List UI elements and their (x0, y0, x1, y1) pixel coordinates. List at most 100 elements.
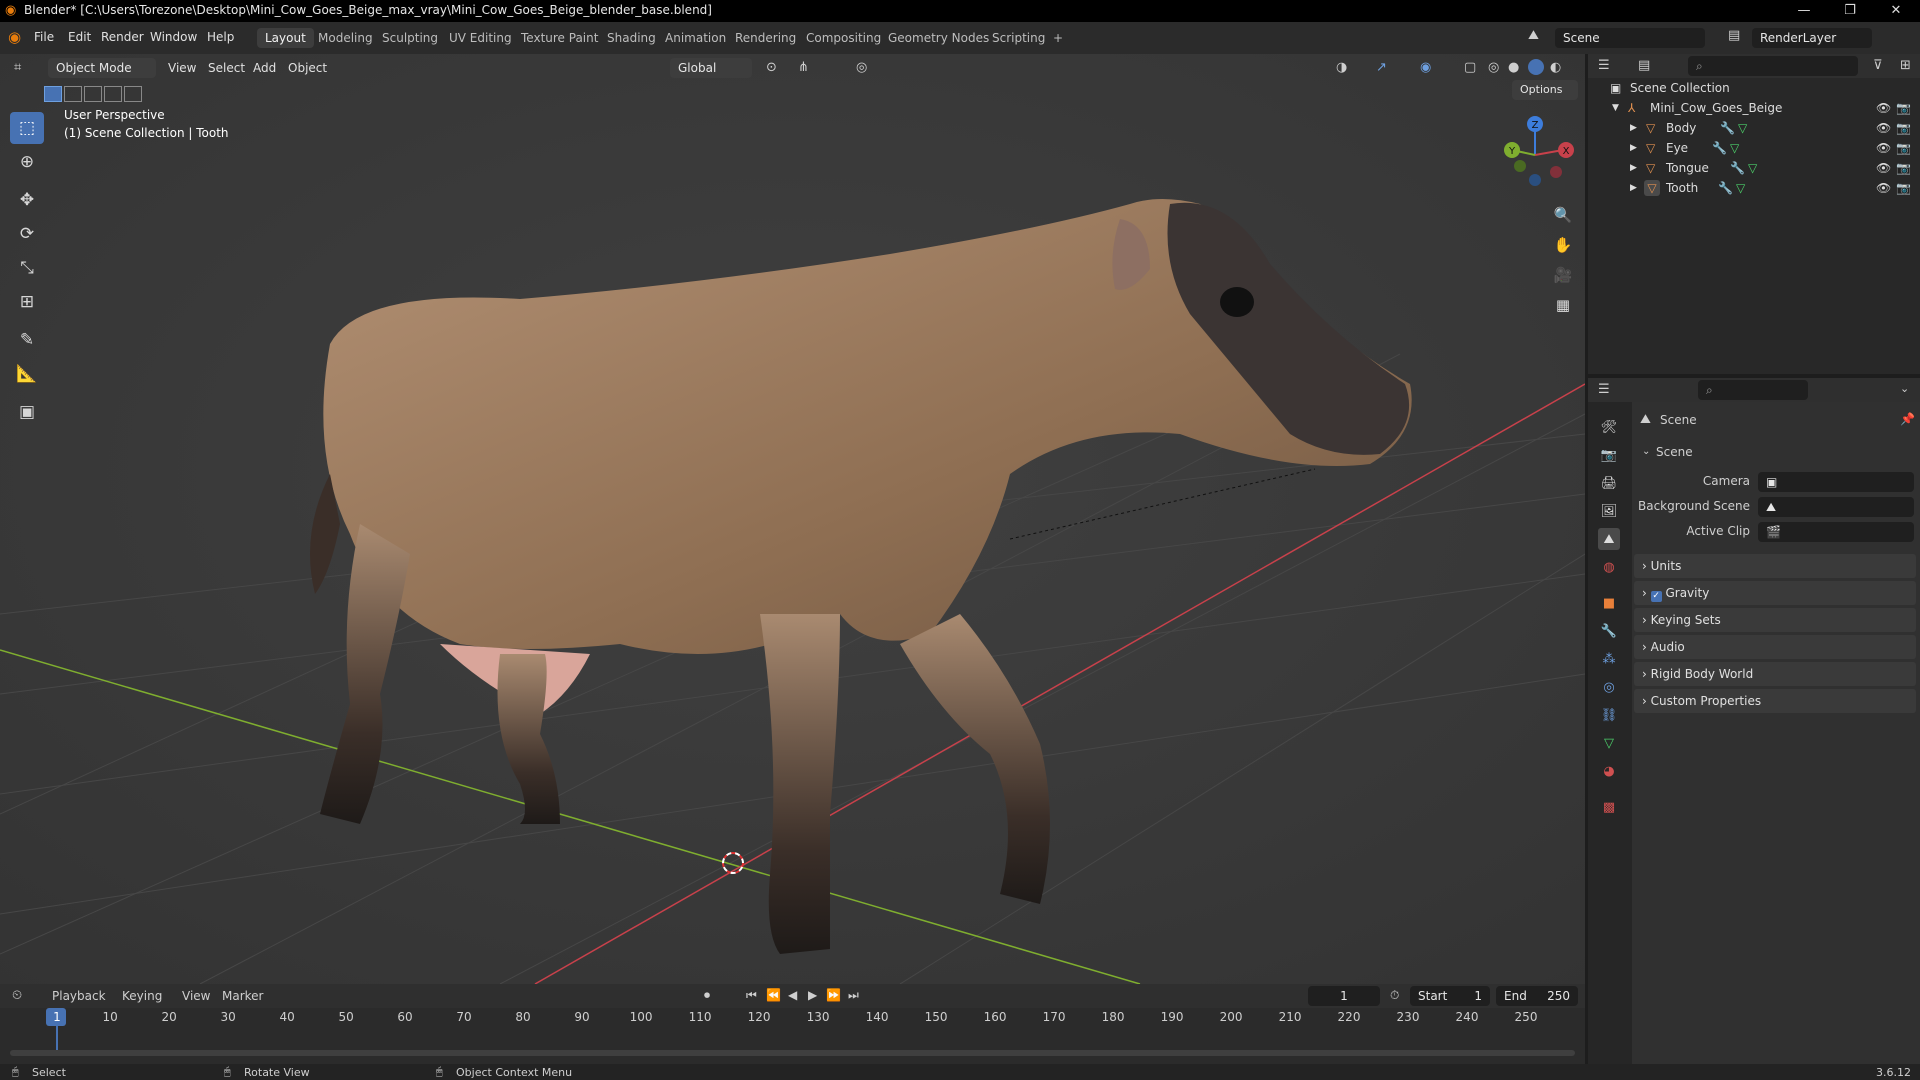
annotate-tool[interactable]: ✎ (10, 324, 44, 356)
orientation-selector[interactable]: Global (670, 58, 752, 78)
particles-tab-icon[interactable]: ⁂ (1598, 648, 1620, 670)
units-panel[interactable]: › Units (1634, 554, 1916, 578)
object-row-body[interactable]: ▶ ▽ Body 🔧 ▽ 👁 📷 (1588, 118, 1920, 138)
camera-view-icon[interactable]: 🎥 (1550, 262, 1576, 288)
select-subtract-icon[interactable] (84, 86, 102, 102)
close-button[interactable]: ✕ (1874, 0, 1918, 22)
cursor-tool[interactable]: ⊕ (10, 146, 44, 178)
ortho-grid-icon[interactable]: ▦ (1550, 292, 1576, 318)
filter-icon[interactable]: ⊽ (1873, 58, 1883, 73)
object-row-tongue[interactable]: ▶ ▽ Tongue 🔧 ▽ 👁 📷 (1588, 158, 1920, 178)
select-box-tool[interactable]: ⬚ (10, 112, 44, 144)
3d-viewport[interactable]: ⌗ Object Mode View Select Add Object Glo… (0, 54, 1585, 984)
add-workspace-button[interactable]: + (1045, 28, 1071, 48)
constraints-tab-icon[interactable]: ⛓ (1598, 704, 1620, 726)
custom-properties-panel[interactable]: › Custom Properties (1634, 689, 1916, 713)
gizmo-toggle-icon[interactable]: ↗ (1376, 60, 1387, 75)
vp-menu-select[interactable]: Select (208, 61, 245, 75)
visibility-icon[interactable]: ◑ (1336, 60, 1347, 75)
options-dropdown[interactable]: Options (1512, 80, 1578, 100)
scene-tab-icon[interactable]: ⛰ (1598, 528, 1620, 550)
camera-toggle-icon[interactable]: 📷 (1896, 158, 1911, 178)
eye-icon[interactable]: 👁 (1876, 178, 1891, 198)
camera-toggle-icon[interactable]: 📷 (1896, 138, 1911, 158)
menu-render[interactable]: Render (101, 30, 144, 44)
properties-search-input[interactable]: ⌕ (1698, 380, 1808, 400)
physics-tab-icon[interactable]: ◎ (1598, 676, 1620, 698)
pan-hand-icon[interactable]: ✋ (1550, 232, 1576, 258)
scene-selector[interactable]: Scene (1555, 28, 1705, 48)
display-mode-icon[interactable]: ▤ (1638, 58, 1650, 73)
object-row-tooth[interactable]: ▶ ▽ Tooth 🔧 ▽ 👁 📷 (1588, 178, 1920, 198)
xray-icon[interactable]: ▢ (1464, 60, 1476, 75)
gravity-panel[interactable]: › ✓ Gravity (1634, 581, 1916, 605)
active-clip-field[interactable]: 🎬 (1758, 522, 1914, 542)
move-tool[interactable]: ✥ (10, 184, 44, 216)
output-tab-icon[interactable]: 🖨 (1598, 472, 1620, 494)
new-collection-icon[interactable]: ⊞ (1900, 58, 1911, 73)
tab-sculpting[interactable]: Sculpting (374, 28, 446, 48)
tab-texture-paint[interactable]: Texture Paint (513, 28, 606, 48)
scale-tool[interactable]: ⤡ (10, 252, 44, 284)
texture-tab-icon[interactable]: ▩ (1598, 796, 1620, 818)
menu-help[interactable]: Help (207, 30, 234, 44)
rigid-body-world-panel[interactable]: › Rigid Body World (1634, 662, 1916, 686)
eye-icon[interactable]: 👁 (1876, 98, 1891, 118)
tab-animation[interactable]: Animation (657, 28, 734, 48)
render-tab-icon[interactable]: 📷 (1598, 444, 1620, 466)
timeline-scrollbar[interactable] (10, 1050, 1575, 1056)
editor-type-icon[interactable]: ⌗ (14, 60, 21, 75)
transform-tool[interactable]: ⊞ (10, 286, 44, 318)
vp-menu-object[interactable]: Object (288, 61, 327, 75)
snap-icon[interactable]: ⋔ (798, 60, 809, 75)
select-invert-icon[interactable] (104, 86, 122, 102)
world-tab-icon[interactable]: ◍ (1598, 556, 1620, 578)
vp-menu-view[interactable]: View (168, 61, 196, 75)
camera-toggle-icon[interactable]: 📷 (1896, 98, 1911, 118)
material-tab-icon[interactable]: ◕ (1598, 760, 1620, 782)
camera-field[interactable]: ▣ (1758, 472, 1914, 492)
gravity-checkbox[interactable]: ✓ (1650, 591, 1662, 602)
add-cube-tool[interactable]: ▣ (10, 396, 44, 428)
material-shading-icon[interactable] (1528, 59, 1544, 75)
solid-shading-icon[interactable]: ● (1508, 60, 1519, 75)
camera-toggle-icon[interactable]: 📷 (1896, 178, 1911, 198)
tab-modeling[interactable]: Modeling (310, 28, 381, 48)
tab-uv-editing[interactable]: UV Editing (441, 28, 520, 48)
data-tab-icon[interactable]: ▽ (1598, 732, 1620, 754)
rendered-shading-icon[interactable]: ◐ (1550, 60, 1561, 75)
overlay-toggle-icon[interactable]: ◉ (1420, 60, 1431, 75)
menu-edit[interactable]: Edit (68, 30, 91, 44)
properties-editor-icon[interactable]: ☰ (1598, 382, 1610, 397)
tab-shading[interactable]: Shading (599, 28, 664, 48)
tab-rendering[interactable]: Rendering (727, 28, 804, 48)
rotate-tool[interactable]: ⟳ (10, 218, 44, 250)
background-scene-field[interactable]: ⛰ (1758, 497, 1914, 517)
audio-panel[interactable]: › Audio (1634, 635, 1916, 659)
maximize-button[interactable]: ❐ (1828, 0, 1872, 22)
expand-down-icon[interactable]: ▼ (1612, 98, 1619, 118)
expand-right-icon[interactable]: ▶ (1630, 178, 1637, 198)
mode-selector[interactable]: Object Mode (48, 58, 156, 78)
scene-panel-header[interactable]: ⌄ Scene (1632, 440, 1920, 464)
expand-right-icon[interactable]: ▶ (1630, 158, 1637, 178)
camera-toggle-icon[interactable]: 📷 (1896, 118, 1911, 138)
zoom-icon[interactable]: 🔍 (1550, 202, 1576, 228)
renderlayer-selector[interactable]: RenderLayer (1752, 28, 1872, 48)
tool-tab-icon[interactable]: 🛠 (1598, 416, 1620, 438)
navigation-gizmo[interactable]: Z Y X (1490, 110, 1580, 200)
select-extend-icon[interactable] (64, 86, 82, 102)
scene-collection-row[interactable]: ▣ Scene Collection (1588, 78, 1920, 98)
select-new-icon[interactable] (44, 86, 62, 102)
expand-right-icon[interactable]: ▶ (1630, 118, 1637, 138)
eye-icon[interactable]: 👁 (1876, 118, 1891, 138)
tab-compositing[interactable]: Compositing (798, 28, 889, 48)
view-layer-tab-icon[interactable]: 🖼 (1598, 500, 1620, 522)
tab-layout[interactable]: Layout (257, 28, 314, 48)
chevron-down-icon[interactable]: ⌄ (1900, 382, 1909, 395)
outliner-search-input[interactable]: ⌕ (1688, 56, 1858, 76)
keying-sets-panel[interactable]: › Keying Sets (1634, 608, 1916, 632)
collection-row[interactable]: ▼ ⅄ Mini_Cow_Goes_Beige 👁 📷 (1588, 98, 1920, 118)
modifier-tab-icon[interactable]: 🔧 (1598, 620, 1620, 642)
menu-window[interactable]: Window (150, 30, 197, 44)
